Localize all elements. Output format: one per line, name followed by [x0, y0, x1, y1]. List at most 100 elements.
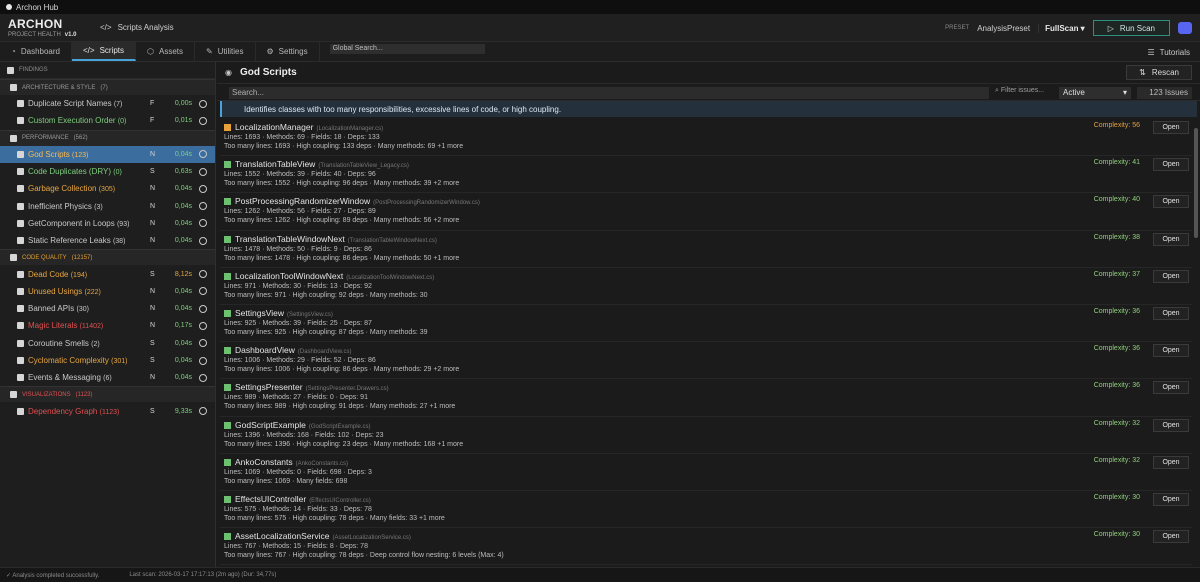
gear-icon[interactable]	[199, 373, 207, 382]
issue-reasons: Too many lines: 1069 · Many fields: 698	[224, 477, 348, 485]
findings-header[interactable]: FINDINGS	[0, 62, 215, 79]
gear-icon[interactable]	[199, 184, 207, 193]
rule-checkbox[interactable]	[17, 374, 24, 382]
issue-row[interactable]: LocalizationManager (LocalizationManager.…	[220, 119, 1192, 157]
open-button[interactable]: Open	[1153, 418, 1189, 432]
issue-row[interactable]: TranslationTableWindowNext (TranslationTa…	[220, 231, 1192, 268]
gear-icon[interactable]	[199, 407, 207, 416]
rule-checkbox[interactable]	[17, 270, 24, 278]
category-header[interactable]: VISUALIZATIONS (1123)	[0, 386, 215, 403]
issue-row[interactable]: GodScriptExample (GodScriptExample.cs) Lin…	[220, 417, 1192, 454]
rule-item[interactable]: GetComponent in Loops (93) N 0,04s	[0, 215, 215, 232]
rule-item[interactable]: Magic Literals (11402) N 0,17s	[0, 317, 215, 334]
tutorials-button[interactable]: ☰ Tutorials	[1147, 42, 1190, 62]
rule-item[interactable]: Inefficient Physics (3) N 0,04s	[0, 197, 215, 214]
rule-checkbox[interactable]	[17, 100, 24, 108]
rule-checkbox[interactable]	[17, 407, 24, 415]
rule-item[interactable]: Dead Code (194) S 8,12s	[0, 265, 215, 282]
rule-item[interactable]: Events & Messaging (6) N 0,04s	[0, 369, 215, 386]
rule-item[interactable]: Garbage Collection (305) N 0,04s	[0, 180, 215, 197]
gear-icon[interactable]	[199, 150, 207, 159]
issue-row[interactable]: PostProcessingRandomizerWindow (PostProce…	[220, 193, 1192, 231]
rule-item[interactable]: Dependency Graph (1123) S 9,33s	[0, 402, 215, 419]
open-button[interactable]: Open	[1153, 344, 1189, 358]
open-button[interactable]: Open	[1153, 269, 1189, 283]
issue-row[interactable]: SettingsView (SettingsView.cs) Lines: 925 …	[220, 305, 1192, 343]
category-header[interactable]: CODE QUALITY (12157)	[0, 249, 215, 266]
rescan-button[interactable]: ⇅ Rescan	[1126, 65, 1192, 80]
discord-icon[interactable]	[1178, 22, 1192, 34]
rule-item[interactable]: Static Reference Leaks (38) N 0,04s	[0, 232, 215, 249]
rule-item[interactable]: Code Duplicates (DRY) (0) S 0,63s	[0, 163, 215, 180]
tab-utilities[interactable]: ✎ Utilities	[195, 42, 256, 61]
rule-checkbox[interactable]	[17, 117, 24, 125]
rule-checkbox[interactable]	[17, 305, 24, 313]
rule-item[interactable]: Cyclomatic Complexity (301) S 0,04s	[0, 352, 215, 369]
tab-settings[interactable]: ⚙ Settings	[256, 42, 320, 61]
open-button[interactable]: Open	[1153, 455, 1189, 469]
filter-issues-input[interactable]: ⌕ Filter issues...	[995, 87, 1044, 95]
issue-row[interactable]: TranslationTableView (TranslationTableVie…	[220, 156, 1192, 194]
rule-item[interactable]: Custom Execution Order (0) F 0,01s	[0, 112, 215, 129]
search-input[interactable]: Search...	[229, 87, 989, 99]
category-checkbox[interactable]	[10, 134, 17, 142]
issue-row[interactable]: AssetLocalizationService (AssetLocalizati…	[220, 528, 1192, 566]
gear-icon[interactable]	[199, 321, 207, 330]
category-header[interactable]: ARCHITECTURE & STYLE (7)	[0, 79, 215, 95]
tab-dashboard[interactable]: ◔ Dashboard	[0, 42, 72, 61]
rule-checkbox[interactable]	[17, 237, 24, 245]
rule-checkbox[interactable]	[17, 219, 24, 227]
rule-checkbox[interactable]	[17, 357, 24, 364]
scan-mode-dropdown[interactable]: FullScan ▾	[1038, 23, 1085, 33]
tab-assets[interactable]: ⬡ Assets	[136, 42, 196, 61]
preset-dropdown[interactable]: AnalysisPreset	[977, 24, 1030, 33]
status-filter-dropdown[interactable]: Active ▾	[1059, 87, 1131, 99]
rule-checkbox[interactable]	[17, 339, 24, 347]
rule-checkbox[interactable]	[17, 150, 24, 158]
issue-row[interactable]: AnkoConstants (AnkoConstants.cs) Lines: 10…	[220, 454, 1192, 491]
scrollbar[interactable]	[1194, 128, 1198, 238]
gear-icon[interactable]	[199, 304, 207, 313]
gear-icon[interactable]	[199, 356, 207, 365]
category-checkbox[interactable]	[10, 84, 17, 91]
category-header[interactable]: PERFORMANCE (562)	[0, 129, 215, 146]
rule-item[interactable]: Banned APIs (30) N 0,04s	[0, 300, 215, 317]
rule-item[interactable]: God Scripts (123) N 0,04s	[0, 145, 215, 163]
rule-checkbox[interactable]	[17, 322, 24, 330]
gear-icon[interactable]	[199, 219, 207, 228]
rule-checkbox[interactable]	[17, 202, 24, 210]
gear-icon[interactable]	[199, 236, 207, 245]
open-button[interactable]: Open	[1153, 195, 1189, 209]
rule-checkbox[interactable]	[17, 287, 24, 295]
gear-icon[interactable]	[199, 167, 207, 176]
issue-row[interactable]: EffectsUIController (EffectsUIController.…	[220, 491, 1192, 529]
rule-item[interactable]: Duplicate Script Names (7) F 0,00s	[0, 95, 215, 112]
open-button[interactable]: Open	[1153, 232, 1189, 246]
run-scan-button[interactable]: ▷ Run Scan	[1092, 20, 1170, 36]
open-button[interactable]: Open	[1153, 158, 1189, 172]
issue-row[interactable]: LocalizationToolWindowNext (LocalizationT…	[220, 268, 1192, 305]
issue-row[interactable]: DashboardView (DashboardView.cs) Lines: 10…	[220, 342, 1192, 380]
open-button[interactable]: Open	[1153, 381, 1189, 395]
gear-icon[interactable]	[199, 202, 207, 211]
category-checkbox[interactable]	[10, 254, 17, 262]
gear-icon[interactable]	[199, 270, 207, 279]
findings-checkbox[interactable]	[7, 66, 14, 74]
open-button[interactable]: Open	[1153, 121, 1189, 134]
open-button[interactable]: Open	[1153, 492, 1189, 506]
collapse-icon[interactable]: ◉	[225, 68, 232, 77]
open-button[interactable]: Open	[1153, 306, 1189, 320]
rule-checkbox[interactable]	[17, 168, 24, 176]
rule-item[interactable]: Coroutine Smells (2) S 0,04s	[0, 335, 215, 352]
category-checkbox[interactable]	[10, 391, 17, 399]
issue-row[interactable]: SettingsPresenter (SettingsPresenter.Draw…	[220, 379, 1192, 417]
rule-item[interactable]: Unused Usings (222) N 0,04s	[0, 283, 215, 300]
rule-checkbox[interactable]	[17, 185, 24, 193]
open-button[interactable]: Open	[1153, 530, 1189, 544]
gear-icon[interactable]	[199, 99, 207, 108]
global-search-input[interactable]: Global Search...	[329, 44, 485, 54]
tab-scripts[interactable]: </> Scripts	[71, 42, 137, 61]
gear-icon[interactable]	[199, 116, 207, 125]
gear-icon[interactable]	[199, 339, 207, 348]
gear-icon[interactable]	[199, 287, 207, 296]
